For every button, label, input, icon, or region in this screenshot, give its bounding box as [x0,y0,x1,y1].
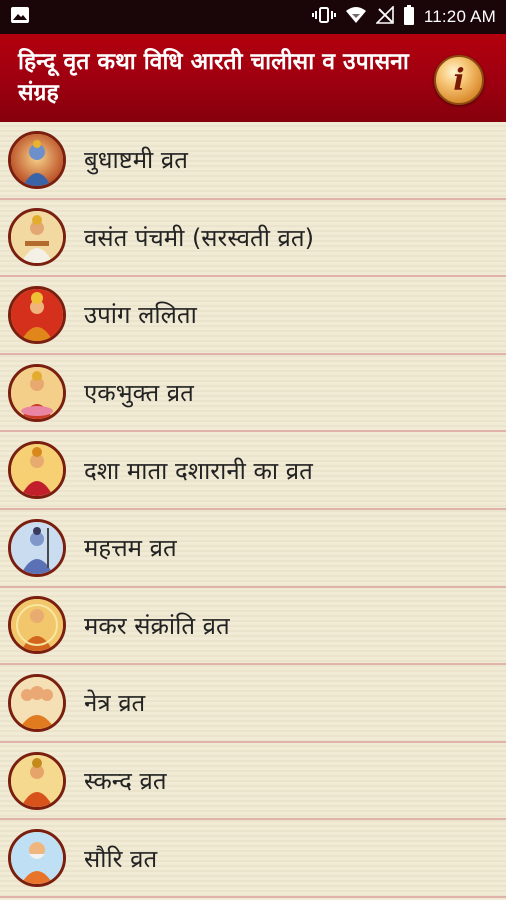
list-item-label: सौरि व्रत [84,844,158,873]
list-item-label: मकर संक्रांति व्रत [84,611,230,640]
deity-avatar [8,518,66,577]
page-title: हिन्दू वृत कथा विधि आरती चालीसा व उपासना… [18,49,409,106]
list-item[interactable]: वसंत पंचमी (सरस्वती व्रत) [0,200,506,278]
deity-avatar [8,130,66,189]
no-signal-icon [374,5,394,28]
deity-avatar [8,673,66,732]
battery-icon [403,5,415,29]
deity-avatar [8,596,66,655]
deity-avatar [8,829,66,888]
list-item[interactable]: स्कन्द व्रत [0,743,506,821]
list-item[interactable]: दशा माता दशारानी का व्रत [0,432,506,510]
clock-time: 11:20 AM [423,7,496,26]
list-item-label: स्कन्द व्रत [84,767,167,796]
list-item-label: एकभुक्त व्रत [84,379,194,408]
image-icon [10,6,30,28]
list-item[interactable]: बुधाष्टमी व्रत [0,122,506,200]
list-item-label: नेत्र व्रत [84,689,146,718]
list-item[interactable]: एकभुक्त व्रत [0,355,506,433]
vibrate-icon [311,6,336,28]
list-item-label: उपांग ललिता [84,301,197,330]
list-item-label: बुधाष्टमी व्रत [84,146,188,175]
app-bar: हिन्दू वृत कथा विधि आरती चालीसा व उपासना… [0,34,506,122]
list-item-label: वसंत पंचमी (सरस्वती व्रत) [84,223,314,252]
deity-avatar [8,208,66,267]
list-item[interactable]: मकर संक्रांति व्रत [0,588,506,666]
list-item[interactable]: नेत्र व्रत [0,665,506,743]
list-item[interactable]: महत्तम व्रत [0,510,506,588]
deity-avatar [8,441,66,500]
info-icon: i [453,62,465,98]
list-item[interactable]: उपांग ललिता [0,277,506,355]
info-button[interactable]: i [434,55,484,105]
list-item[interactable]: सौरि व्रत [0,820,506,898]
deity-avatar [8,285,66,344]
list-item-label: दशा माता दशारानी का व्रत [84,456,313,485]
status-bar: 11:20 AM [0,0,506,34]
vrat-list: बुधाष्टमी व्रत वसंत पंचमी (सरस्वती व्रत)… [0,122,506,900]
deity-avatar [8,363,66,422]
list-item-label: महत्तम व्रत [84,534,177,563]
deity-avatar [8,751,66,810]
wifi-icon [345,6,367,28]
